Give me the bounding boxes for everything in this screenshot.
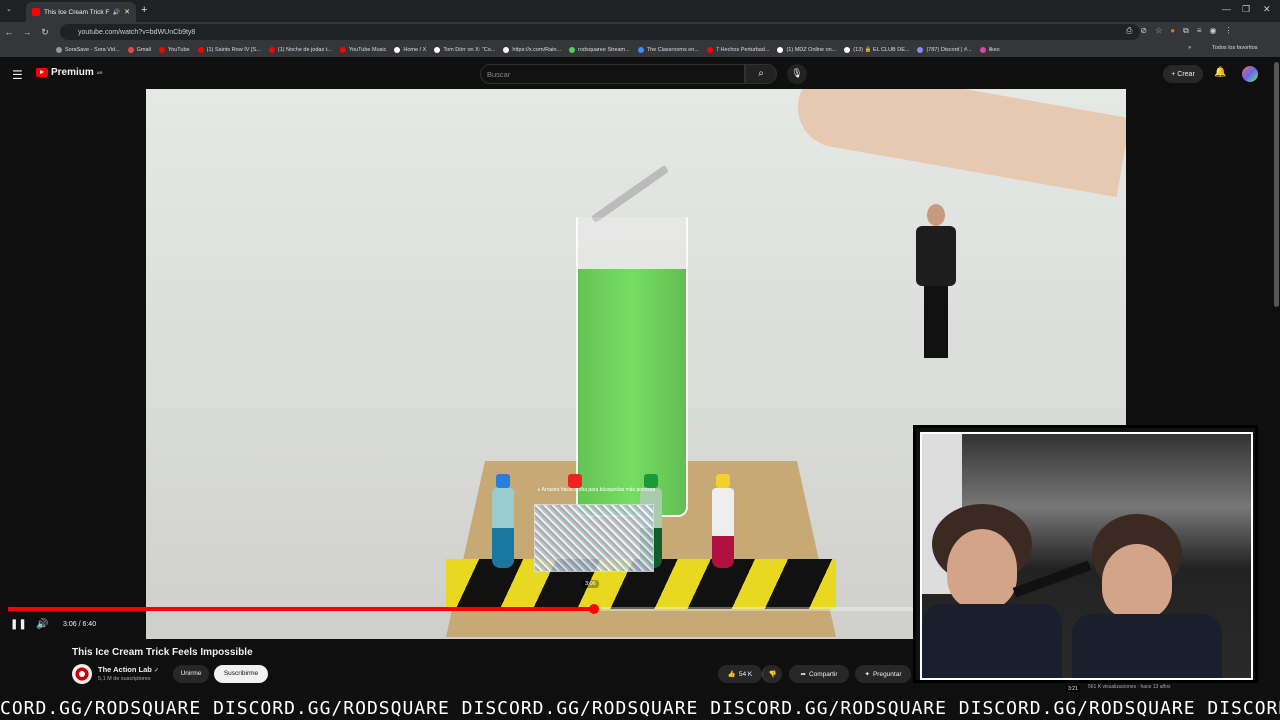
channel-name[interactable]: The Action Lab ✓ [98,665,159,674]
new-tab-icon[interactable]: + [141,4,147,16]
seek-preview-time: 3:06 [582,580,599,588]
streamer-right-shirt [1072,614,1222,678]
microphone-icon[interactable]: 🎙 [787,64,807,84]
create-button[interactable]: + Crear [1163,65,1203,83]
channel-avatar[interactable] [72,664,92,684]
bookmark-item[interactable]: Gmail [127,46,151,53]
media-icon[interactable]: ≡ [1197,26,1202,36]
dislike-button[interactable]: 👎 [762,665,782,683]
page-scrollbar[interactable] [1274,62,1279,307]
video-hand [791,89,1126,198]
streamer-right-face [1102,544,1172,619]
video-bottle-yellow [712,474,734,568]
video-fork [590,164,670,224]
youtube-logo[interactable]: Premium AR [36,67,103,78]
tab-title: This Ice Cream Trick Feels I [44,8,109,16]
tab-search-icon[interactable]: ⌄ [6,5,12,13]
seek-preview-thumbnail [534,504,654,572]
speaker-icon[interactable]: 🔊 [113,9,120,16]
subscriber-count: 5,1 M de suscriptores [98,676,151,682]
bookmark-item[interactable]: YouTube Music [339,46,386,53]
bookmark-item[interactable]: https://x.com/Rain... [503,46,561,53]
microphone-arm [1012,560,1092,598]
thumbs-down-icon: 👎 [768,671,777,678]
share-icon: ➦ [800,671,806,678]
notifications-bell-icon[interactable]: 🔔 [1214,67,1226,78]
join-button[interactable]: Unirme [173,665,209,683]
ask-button[interactable]: ✦ Preguntar [855,665,911,683]
bookmark-item[interactable]: SoraSave - Sora Vid... [56,46,120,53]
search-icon[interactable]: ⌕ [745,64,777,84]
reload-icon[interactable]: ↻ [36,27,54,38]
webcam-feed [920,432,1253,680]
maximize-icon[interactable]: ❐ [1242,4,1250,15]
hamburger-menu-icon[interactable]: ☰ [12,68,23,82]
all-bookmarks[interactable]: Todos los favoritos [1212,45,1258,51]
video-bottle-blue [492,474,514,568]
close-window-icon[interactable]: ✕ [1263,4,1271,15]
seek-hint: ∧ Arrastra hacia arriba para búsquedas m… [536,487,656,493]
youtube-play-icon [36,68,48,77]
minimize-icon[interactable]: — [1222,4,1231,14]
tab-active[interactable]: This Ice Cream Trick Feels I 🔊 ✕ [26,2,136,22]
video-standing-person [916,204,956,364]
kebab-menu-icon[interactable]: ⋮ [1225,26,1233,36]
bookmark-item[interactable]: rodsquaree Stream... [569,46,630,53]
bookmark-item[interactable]: Tom Dörr on X: "Co... [434,46,495,53]
puzzle-icon[interactable]: ⧉ [1183,26,1189,36]
plus-icon: + [1171,70,1176,78]
bookmark-item[interactable]: 7 Hechos Perturbad... [706,46,769,53]
bookmark-item[interactable]: YouTube [159,46,190,53]
browser-tab-strip [0,0,1280,22]
youtube-favicon-icon [32,8,40,16]
sidebar-video-views: 561 K visualizaciones · hace 13 años [1088,684,1171,690]
extension-icon[interactable]: ● [1170,26,1175,36]
bookmark-item[interactable]: (1) Noche de jodas t... [268,46,332,53]
streamer-left-face [947,529,1017,609]
like-button[interactable]: 👍 54 K [718,665,762,683]
video-glass [576,217,688,517]
pause-icon[interactable]: ❚❚ [10,619,27,630]
browser-extensions: ⎙ ⊘ ☆ ● ⧉ ≡ ◉ ⋮ [1126,26,1233,36]
bookmark-item[interactable]: Home / X [394,46,426,53]
search-input[interactable]: Buscar [480,64,745,84]
eye-off-icon[interactable]: ⊘ [1140,26,1147,36]
discord-ticker: CORD.GG/RODSQUARE DISCORD.GG/RODSQUARE D… [0,698,1280,720]
streamer-left-shirt [922,604,1062,678]
thumbs-up-icon: 👍 [727,671,736,678]
verified-icon: ✓ [153,668,160,674]
volume-icon[interactable]: 🔊 [36,619,48,630]
bookmarks-bar: SoraSave - Sora Vid... Gmail YouTube (1)… [0,42,1280,57]
bookmark-item[interactable]: The Classrooms en... [637,46,699,53]
bookmark-item[interactable]: (1) MDZ Online on... [777,46,836,53]
back-icon[interactable]: ← [0,27,18,37]
progress-played [8,607,595,611]
user-avatar[interactable] [1242,66,1258,82]
address-bar[interactable]: youtube.com/watch?v=bdWUnCb9ty8 [60,24,1140,40]
bookmark-item[interactable]: (1) Saints Row IV [S... [197,46,261,53]
bookmark-item[interactable]: (787) Discord | #... [917,46,972,53]
subscribe-button[interactable]: Suscribirme [214,665,268,683]
sidebar-video-duration: 3:21 [1066,686,1080,692]
bookmark-star-icon[interactable]: ☆ [1155,26,1162,36]
video-title: This Ice Cream Trick Feels Impossible [72,647,253,658]
url-text: youtube.com/watch?v=bdWUnCb9ty8 [78,28,196,36]
install-icon[interactable]: ⎙ [1126,26,1132,36]
time-display: 3:06 / 6:40 [63,621,97,628]
video-bottle-red [564,474,582,488]
share-button[interactable]: ➦ Compartir [789,665,849,683]
bookmarks-overflow-icon[interactable]: » [1188,45,1191,51]
bookmark-item[interactable]: likes [979,46,1000,53]
profile-icon[interactable]: ◉ [1210,26,1217,36]
close-tab-icon[interactable]: ✕ [124,8,130,16]
sparkle-icon: ✦ [864,671,870,678]
bookmark-item[interactable]: (13) 🔒 EL CLUB DE... [844,46,909,53]
forward-icon[interactable]: → [18,27,36,37]
